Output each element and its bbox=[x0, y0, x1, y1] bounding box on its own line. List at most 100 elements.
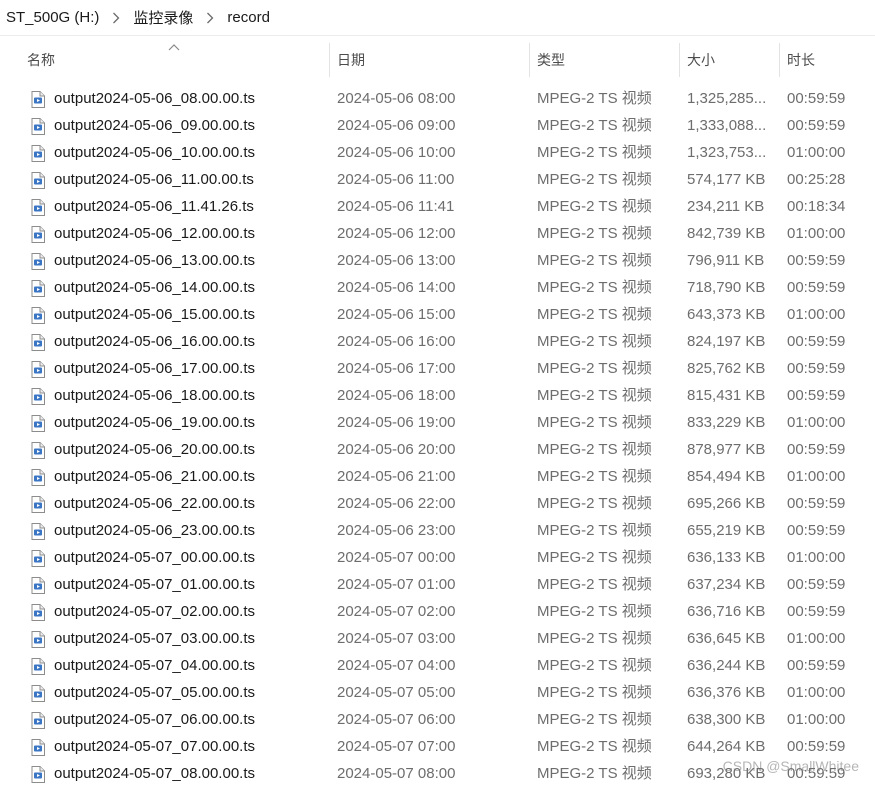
file-duration: 00:59:59 bbox=[787, 117, 846, 134]
file-duration: 01:00:00 bbox=[787, 414, 846, 431]
file-row[interactable]: output2024-05-06_12.00.00.ts 2024-05-06 1… bbox=[0, 220, 875, 247]
video-file-icon bbox=[31, 603, 45, 621]
file-type: MPEG-2 TS 视频 bbox=[537, 360, 652, 377]
file-size: 1,323,753... bbox=[687, 144, 767, 161]
file-row[interactable]: output2024-05-06_23.00.00.ts 2024-05-06 2… bbox=[0, 517, 875, 544]
file-date: 2024-05-07 02:00 bbox=[337, 603, 456, 620]
file-duration: 01:00:00 bbox=[787, 144, 846, 161]
video-file-icon bbox=[31, 144, 45, 162]
file-row[interactable]: output2024-05-07_04.00.00.ts 2024-05-07 0… bbox=[0, 652, 875, 679]
column-divider[interactable] bbox=[529, 43, 530, 77]
file-duration: 00:59:59 bbox=[787, 603, 846, 620]
file-name: output2024-05-06_11.00.00.ts bbox=[54, 171, 254, 188]
file-date: 2024-05-07 03:00 bbox=[337, 630, 456, 647]
video-file-icon bbox=[31, 171, 45, 189]
video-file-icon bbox=[31, 711, 45, 729]
column-divider[interactable] bbox=[329, 43, 330, 77]
file-date: 2024-05-07 05:00 bbox=[337, 684, 456, 701]
file-duration: 01:00:00 bbox=[787, 468, 846, 485]
file-row[interactable]: output2024-05-06_08.00.00.ts 2024-05-06 0… bbox=[0, 85, 875, 112]
file-date: 2024-05-07 00:00 bbox=[337, 549, 456, 566]
file-row[interactable]: output2024-05-06_21.00.00.ts 2024-05-06 2… bbox=[0, 463, 875, 490]
file-row[interactable]: output2024-05-07_05.00.00.ts 2024-05-07 0… bbox=[0, 679, 875, 706]
file-size: 718,790 KB bbox=[687, 279, 766, 296]
file-size: 878,977 KB bbox=[687, 441, 766, 458]
file-duration: 01:00:00 bbox=[787, 630, 846, 647]
file-row[interactable]: output2024-05-06_16.00.00.ts 2024-05-06 1… bbox=[0, 328, 875, 355]
file-size: 655,219 KB bbox=[687, 522, 766, 539]
file-name: output2024-05-07_07.00.00.ts bbox=[54, 738, 255, 755]
file-name: output2024-05-07_05.00.00.ts bbox=[54, 684, 255, 701]
file-row[interactable]: output2024-05-06_19.00.00.ts 2024-05-06 1… bbox=[0, 409, 875, 436]
file-row[interactable]: output2024-05-06_22.00.00.ts 2024-05-06 2… bbox=[0, 490, 875, 517]
file-row[interactable]: output2024-05-06_11.00.00.ts 2024-05-06 1… bbox=[0, 166, 875, 193]
file-date: 2024-05-07 01:00 bbox=[337, 576, 456, 593]
file-duration: 00:59:59 bbox=[787, 360, 846, 377]
chevron-right-icon[interactable] bbox=[203, 11, 217, 25]
column-header-type[interactable]: 类型 bbox=[537, 43, 565, 77]
file-date: 2024-05-07 07:00 bbox=[337, 738, 456, 755]
video-file-icon bbox=[31, 198, 45, 216]
video-file-icon bbox=[31, 117, 45, 135]
video-file-icon bbox=[31, 333, 45, 351]
file-name: output2024-05-07_03.00.00.ts bbox=[54, 630, 255, 647]
file-row[interactable]: output2024-05-06_15.00.00.ts 2024-05-06 1… bbox=[0, 301, 875, 328]
file-size: 637,234 KB bbox=[687, 576, 766, 593]
file-type: MPEG-2 TS 视频 bbox=[537, 738, 652, 755]
file-name: output2024-05-06_15.00.00.ts bbox=[54, 306, 255, 323]
file-size: 695,266 KB bbox=[687, 495, 766, 512]
breadcrumb-current-folder[interactable]: record bbox=[223, 9, 274, 26]
column-header-duration[interactable]: 时长 bbox=[787, 43, 815, 77]
file-date: 2024-05-07 06:00 bbox=[337, 711, 456, 728]
file-row[interactable]: output2024-05-06_11.41.26.ts 2024-05-06 1… bbox=[0, 193, 875, 220]
column-header-size[interactable]: 大小 bbox=[687, 43, 715, 77]
file-size: 636,376 KB bbox=[687, 684, 766, 701]
file-row[interactable]: output2024-05-06_14.00.00.ts 2024-05-06 1… bbox=[0, 274, 875, 301]
file-row[interactable]: output2024-05-06_09.00.00.ts 2024-05-06 0… bbox=[0, 112, 875, 139]
file-type: MPEG-2 TS 视频 bbox=[537, 279, 652, 296]
file-row[interactable]: output2024-05-06_10.00.00.ts 2024-05-06 1… bbox=[0, 139, 875, 166]
file-date: 2024-05-06 22:00 bbox=[337, 495, 456, 512]
file-type: MPEG-2 TS 视频 bbox=[537, 441, 652, 458]
column-divider[interactable] bbox=[679, 43, 680, 77]
file-row[interactable]: output2024-05-07_01.00.00.ts 2024-05-07 0… bbox=[0, 571, 875, 598]
file-name: output2024-05-07_04.00.00.ts bbox=[54, 657, 255, 674]
file-duration: 00:59:59 bbox=[787, 738, 846, 755]
file-date: 2024-05-06 12:00 bbox=[337, 225, 456, 242]
file-row[interactable]: output2024-05-06_13.00.00.ts 2024-05-06 1… bbox=[0, 247, 875, 274]
chevron-right-icon[interactable] bbox=[109, 11, 123, 25]
breadcrumb-folder[interactable]: 监控录像 bbox=[129, 7, 197, 28]
file-type: MPEG-2 TS 视频 bbox=[537, 306, 652, 323]
file-date: 2024-05-06 23:00 bbox=[337, 522, 456, 539]
file-date: 2024-05-06 08:00 bbox=[337, 90, 456, 107]
file-row[interactable]: output2024-05-07_06.00.00.ts 2024-05-07 0… bbox=[0, 706, 875, 733]
file-duration: 00:59:59 bbox=[787, 522, 846, 539]
file-type: MPEG-2 TS 视频 bbox=[537, 522, 652, 539]
breadcrumb-drive[interactable]: ST_500G (H:) bbox=[0, 9, 103, 26]
column-header-date[interactable]: 日期 bbox=[337, 43, 365, 77]
file-type: MPEG-2 TS 视频 bbox=[537, 414, 652, 431]
watermark: CSDN @SmallWhitee bbox=[722, 758, 859, 774]
file-date: 2024-05-06 19:00 bbox=[337, 414, 456, 431]
file-date: 2024-05-06 18:00 bbox=[337, 387, 456, 404]
file-row[interactable]: output2024-05-06_17.00.00.ts 2024-05-06 1… bbox=[0, 355, 875, 382]
file-date: 2024-05-06 21:00 bbox=[337, 468, 456, 485]
file-name: output2024-05-07_01.00.00.ts bbox=[54, 576, 255, 593]
file-date: 2024-05-06 15:00 bbox=[337, 306, 456, 323]
file-row[interactable]: output2024-05-07_07.00.00.ts 2024-05-07 0… bbox=[0, 733, 875, 760]
file-date: 2024-05-06 09:00 bbox=[337, 117, 456, 134]
video-file-icon bbox=[31, 414, 45, 432]
file-list: output2024-05-06_08.00.00.ts 2024-05-06 0… bbox=[0, 85, 875, 787]
file-row[interactable]: output2024-05-07_02.00.00.ts 2024-05-07 0… bbox=[0, 598, 875, 625]
file-row[interactable]: output2024-05-06_20.00.00.ts 2024-05-06 2… bbox=[0, 436, 875, 463]
file-row[interactable]: output2024-05-07_00.00.00.ts 2024-05-07 0… bbox=[0, 544, 875, 571]
column-header-name[interactable]: 名称 bbox=[27, 43, 55, 77]
file-row[interactable]: output2024-05-06_18.00.00.ts 2024-05-06 1… bbox=[0, 382, 875, 409]
video-file-icon bbox=[31, 765, 45, 783]
file-size: 824,197 KB bbox=[687, 333, 766, 350]
file-size: 1,333,088... bbox=[687, 117, 767, 134]
video-file-icon bbox=[31, 279, 45, 297]
sort-ascending-icon bbox=[168, 44, 180, 51]
file-row[interactable]: output2024-05-07_03.00.00.ts 2024-05-07 0… bbox=[0, 625, 875, 652]
column-divider[interactable] bbox=[779, 43, 780, 77]
